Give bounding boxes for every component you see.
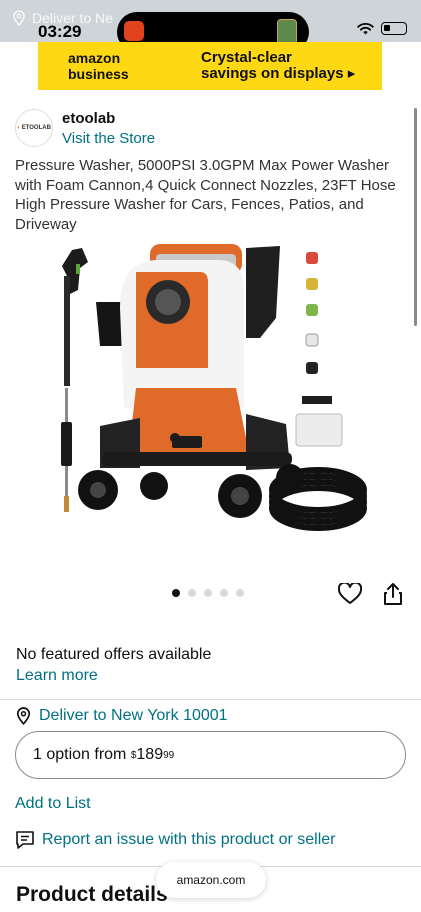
wifi-icon: [357, 22, 374, 35]
feedback-icon: [16, 831, 34, 849]
seller-logo[interactable]: ◐ ETOOLAB: [15, 109, 53, 147]
learn-more-link[interactable]: Learn more: [16, 667, 98, 685]
battery-icon: [381, 22, 407, 35]
live-activity-app-icon: [124, 21, 144, 41]
price-whole: 189: [136, 746, 164, 763]
section-divider: [0, 699, 421, 700]
product-details-heading: Product details: [16, 883, 168, 906]
price-fraction: 99: [163, 749, 175, 761]
no-offers-text: No featured offers available: [16, 646, 212, 663]
carousel-dot[interactable]: [172, 589, 180, 597]
hose-coil-icon: [269, 467, 367, 531]
seller-name: etoolab: [62, 110, 116, 127]
location-pin-icon: [16, 707, 31, 725]
ad-copy-line1: Crystal-clear: [201, 49, 292, 66]
buying-options-button[interactable]: 1 option from $189 99: [15, 731, 406, 779]
heart-icon[interactable]: [338, 583, 362, 605]
location-pin-icon: [13, 10, 25, 26]
deliver-to-text: Deliver to New York 10001: [39, 707, 228, 724]
carousel-dot[interactable]: [204, 589, 212, 597]
spray-wand-icon: [61, 248, 88, 512]
share-icon[interactable]: [382, 582, 404, 606]
status-icons: [357, 22, 407, 35]
option-prefix: 1 option from: [33, 746, 127, 763]
carousel-dot[interactable]: [220, 589, 228, 597]
status-bar: Deliver to Ne 03:29: [0, 0, 421, 52]
ad-copy: Crystal-clear savings on displays ▸: [201, 50, 355, 82]
add-to-list-link[interactable]: Add to List: [15, 795, 91, 813]
ad-banner[interactable]: amazon business Crystal-clear savings on…: [38, 42, 382, 90]
image-carousel-dots[interactable]: [172, 589, 244, 597]
visit-store-link[interactable]: Visit the Store: [62, 130, 155, 147]
product-image[interactable]: [50, 238, 370, 548]
seller-logo-text: ETOOLAB: [21, 125, 51, 131]
deliver-to-row[interactable]: Deliver to New York 10001: [16, 707, 228, 725]
page-scrollbar[interactable]: [414, 108, 417, 326]
status-time: 03:29: [38, 22, 82, 41]
report-issue-link: Report an issue with this product or sel…: [42, 831, 336, 848]
product-title: Pressure Washer, 5000PSI 3.0GPM Max Powe…: [15, 157, 396, 233]
carousel-dot[interactable]: [236, 589, 244, 597]
report-issue-row[interactable]: Report an issue with this product or sel…: [15, 830, 335, 850]
ad-brand: amazon business: [68, 50, 129, 82]
nozzle-set-icon: [305, 252, 319, 374]
carousel-dot[interactable]: [188, 589, 196, 597]
seller-logo-mark-icon: ◐: [17, 125, 21, 131]
browser-url-pill[interactable]: amazon.com: [156, 862, 266, 898]
ad-copy-line2: savings on displays ▸: [201, 65, 356, 82]
